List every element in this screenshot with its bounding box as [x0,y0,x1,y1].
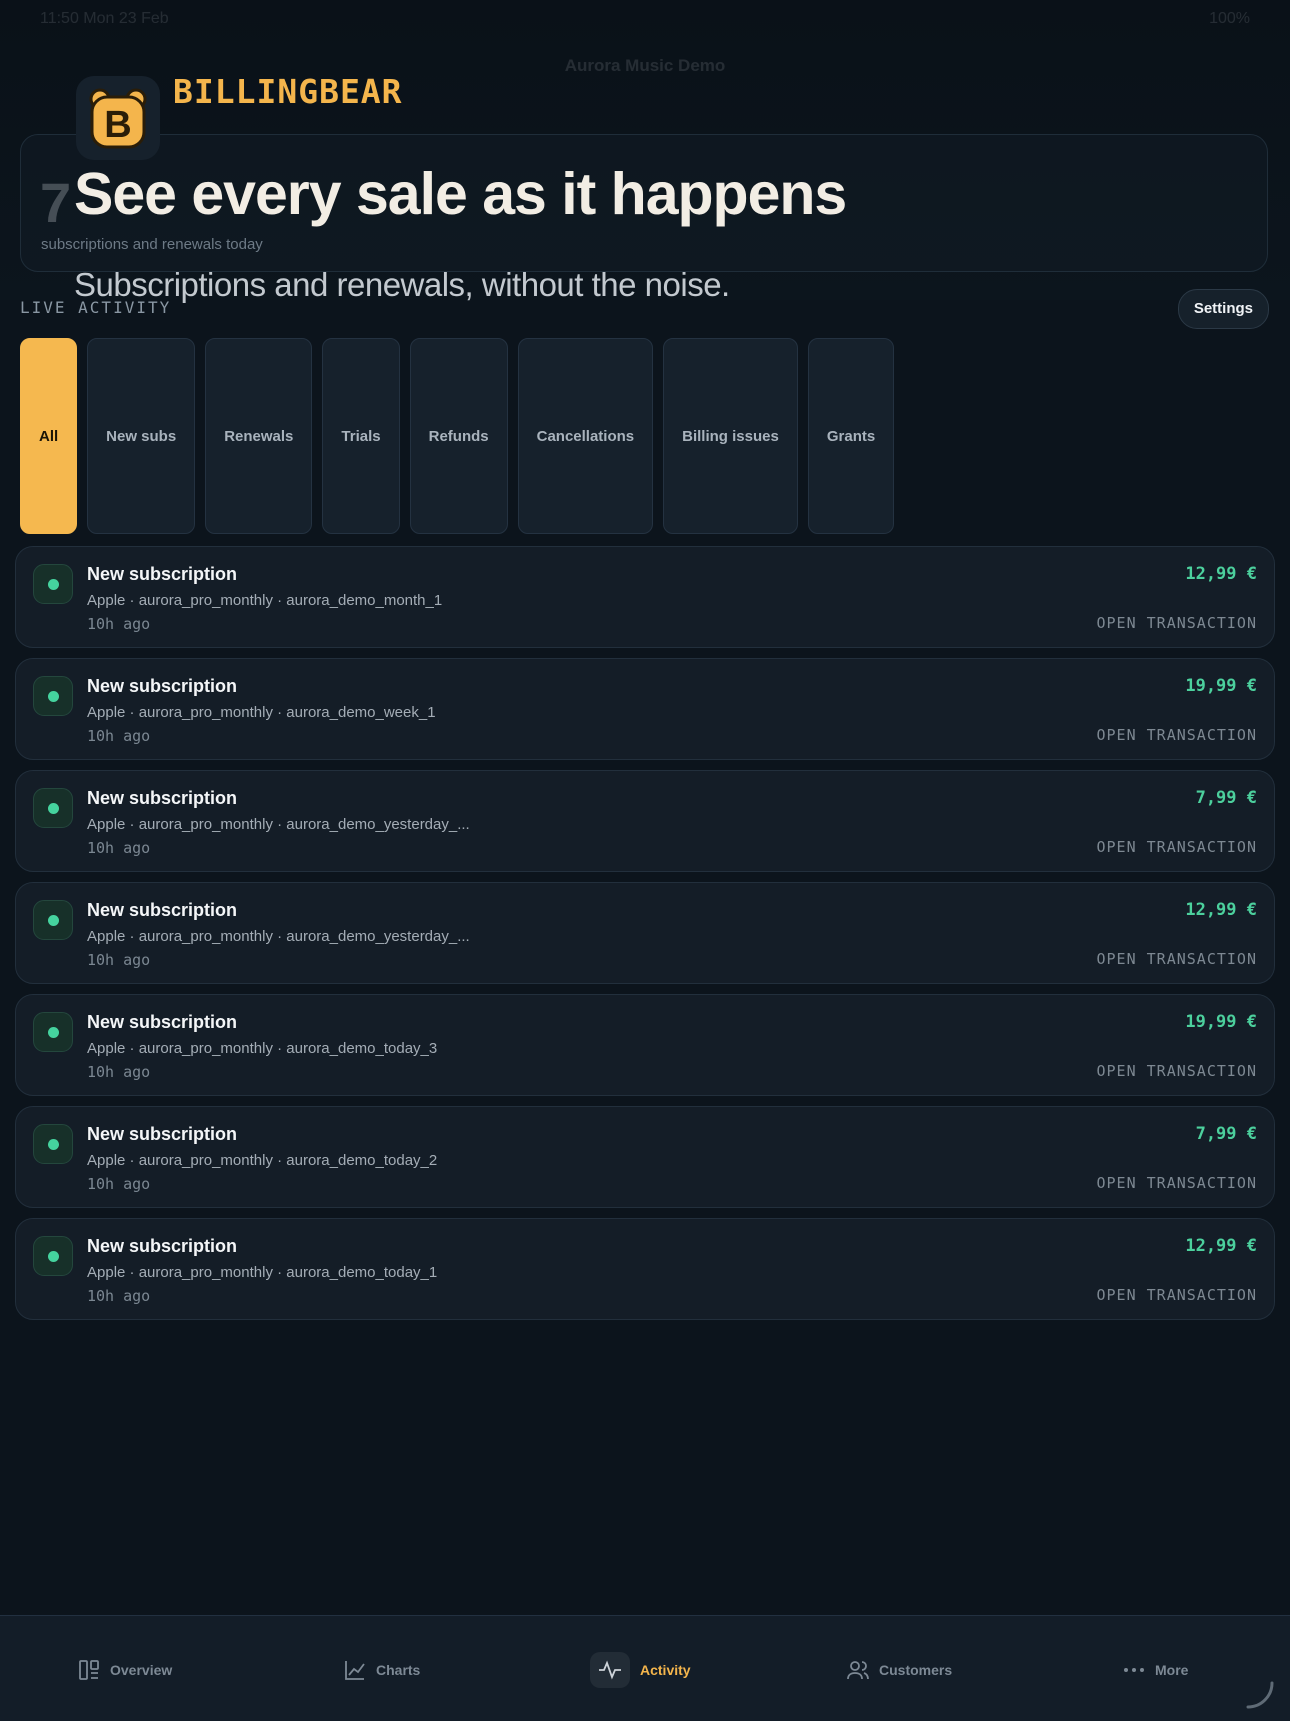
event-meta: Apple · aurora_pro_monthly · aurora_demo… [87,1152,438,1169]
tab-bar: Overview Charts Activity Customers More [0,1615,1290,1721]
event-amount: 7,99 € [1195,1124,1257,1144]
event-title: New subscription [87,788,238,808]
open-transaction-link[interactable]: OPEN TRANSACTION [1097,1062,1258,1080]
event-title: New subscription [87,564,238,584]
event-meta: Apple · aurora_pro_monthly · aurora_demo… [87,1040,438,1057]
event-time: 10h ago [87,1063,151,1081]
event-time: 10h ago [87,1175,151,1193]
event-time: 10h ago [87,951,151,969]
tab-overview[interactable]: Overview [78,1652,172,1688]
filter-chip-billing-issues[interactable]: Billing issues [663,338,798,534]
tab-customers[interactable]: Customers [847,1652,952,1688]
event-amount: 12,99 € [1185,900,1257,920]
tab-label: More [1155,1662,1189,1678]
event-time: 10h ago [87,727,151,745]
event-title: New subscription [87,676,238,696]
status-bar-time: 11:50 Mon 23 Feb [40,10,169,27]
event-time: 10h ago [87,1287,151,1305]
status-dot-icon [33,1012,73,1052]
filter-chip-renewals[interactable]: Renewals [205,338,313,534]
status-dot-icon [33,676,73,716]
event-amount: 12,99 € [1185,1236,1257,1256]
event-meta: Apple · aurora_pro_monthly · aurora_demo… [87,928,470,945]
filter-chip-grants[interactable]: Grants [807,338,895,534]
event-title: New subscription [87,900,238,920]
event-time: 10h ago [87,615,151,633]
list-item[interactable]: New subscription Apple · aurora_pro_mont… [15,770,1275,872]
tab-more[interactable]: More [1123,1652,1188,1688]
brand-name: BILLINGBEAR [173,72,403,111]
summary-caption: subscriptions and renewals today [41,236,263,253]
open-transaction-link[interactable]: OPEN TRANSACTION [1097,614,1258,632]
activity-icon [590,1652,630,1688]
filter-bar: All New subs Renewals Trials Refunds Can… [20,338,895,534]
svg-text:B: B [104,104,131,146]
open-transaction-link[interactable]: OPEN TRANSACTION [1097,838,1258,856]
event-meta: Apple · aurora_pro_monthly · aurora_demo… [87,816,470,833]
filter-chip-refunds[interactable]: Refunds [409,338,508,534]
event-amount: 19,99 € [1185,676,1257,696]
tab-charts[interactable]: Charts [344,1652,420,1688]
tab-label: Activity [640,1662,691,1678]
open-transaction-link[interactable]: OPEN TRANSACTION [1097,726,1258,744]
summary-number: 7 [40,171,72,234]
event-title: New subscription [87,1236,238,1256]
tab-label: Customers [879,1662,953,1678]
filter-chip-cancellations[interactable]: Cancellations [517,338,654,534]
customers-icon [847,1659,869,1681]
hero-headline: See every sale as it happens [74,161,847,227]
open-transaction-link[interactable]: OPEN TRANSACTION [1097,1286,1258,1304]
settings-button[interactable]: Settings [1177,289,1269,329]
open-transaction-link[interactable]: OPEN TRANSACTION [1097,1174,1258,1192]
more-icon [1123,1659,1145,1681]
filter-chip-new-subs[interactable]: New subs [87,338,196,534]
event-title: New subscription [87,1124,238,1144]
event-time: 10h ago [87,839,151,857]
status-dot-icon [33,1236,73,1276]
status-bar-battery: 100% [1209,10,1250,27]
event-amount: 12,99 € [1185,564,1257,584]
filter-chip-trials[interactable]: Trials [322,338,400,534]
status-dot-icon [33,788,73,828]
list-item[interactable]: New subscription Apple · aurora_pro_mont… [15,658,1275,760]
list-item[interactable]: New subscription Apple · aurora_pro_mont… [15,882,1275,984]
status-dot-icon [33,1124,73,1164]
event-meta: Apple · aurora_pro_monthly · aurora_demo… [87,1264,438,1281]
status-dot-icon [33,564,73,604]
chart-icon [344,1659,366,1681]
list-item[interactable]: New subscription Apple · aurora_pro_mont… [15,546,1275,648]
bear-logo-icon: B [76,76,160,160]
list-item[interactable]: New subscription Apple · aurora_pro_mont… [15,994,1275,1096]
event-meta: Apple · aurora_pro_monthly · aurora_demo… [87,704,436,721]
tab-activity[interactable]: Activity [590,1652,691,1688]
status-dot-icon [33,900,73,940]
open-transaction-link[interactable]: OPEN TRANSACTION [1097,950,1258,968]
tab-label: Overview [110,1662,173,1678]
event-meta: Apple · aurora_pro_monthly · aurora_demo… [87,592,443,609]
hero-subheadline: Subscriptions and renewals, without the … [74,266,730,303]
event-title: New subscription [87,1012,238,1032]
activity-feed: New subscription Apple · aurora_pro_mont… [15,546,1275,1330]
list-item[interactable]: New subscription Apple · aurora_pro_mont… [15,1218,1275,1320]
tab-label: Charts [376,1662,421,1678]
event-amount: 19,99 € [1185,1012,1257,1032]
resize-handle-icon[interactable] [1244,1679,1276,1711]
section-label: LIVE ACTIVITY [20,298,172,317]
list-item[interactable]: New subscription Apple · aurora_pro_mont… [15,1106,1275,1208]
filter-chip-all[interactable]: All [20,338,78,534]
event-amount: 7,99 € [1195,788,1257,808]
overview-icon [78,1659,100,1681]
